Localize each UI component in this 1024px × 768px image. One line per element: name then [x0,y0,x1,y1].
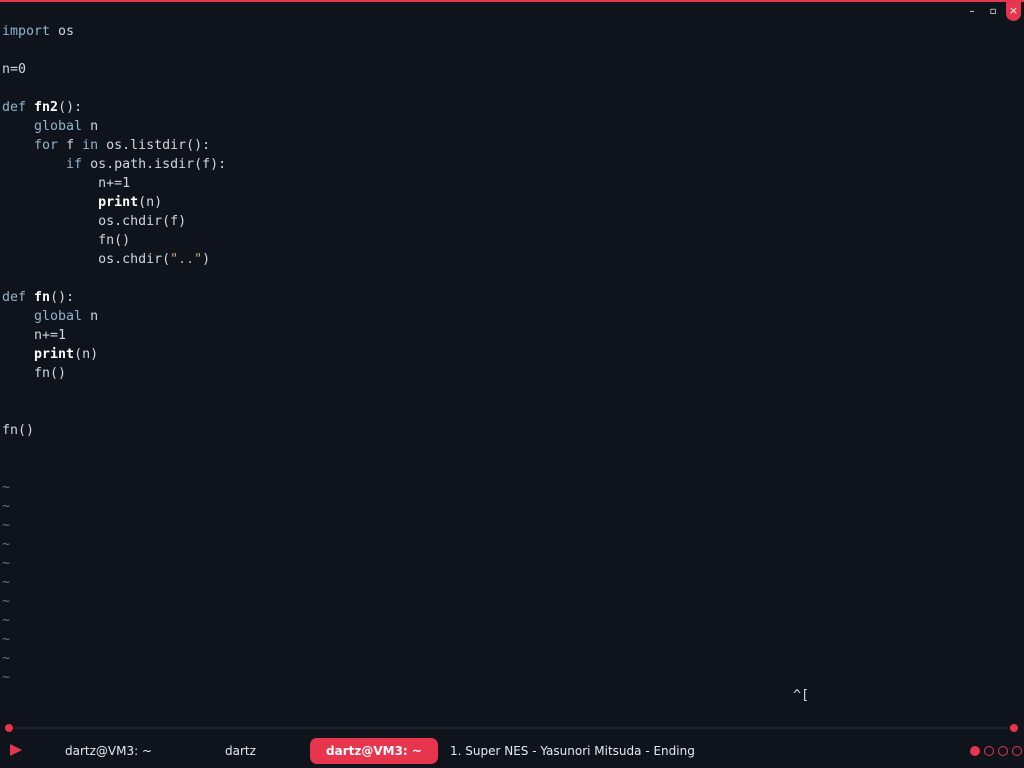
code-line: print(n) [2,345,98,364]
code-line: n+=1 [2,326,66,345]
maximize-icon[interactable]: ▫ [985,4,1001,19]
taskbar-item-music-player[interactable]: 1. Super NES - Yasunori Mitsuda - Ending [450,739,695,763]
code-line: def fn(): [2,288,74,307]
rail-line [10,727,1014,729]
code-line: import os [2,22,74,41]
code-line: global n [2,117,98,136]
window-titlebar: – ▫ × [0,2,1024,21]
code-text: n+=1 [98,176,131,191]
code-line: os.chdir(f) [2,212,186,231]
empty-line-tilde: ~ [2,499,11,514]
code-function-name: fn [34,290,51,305]
code-keyword: import [2,24,51,39]
code-text: os.path.isdir(f): [82,157,227,172]
code-line: fn() [2,364,66,383]
code-editor[interactable]: import os n=0 def fn2(): global n for f … [0,22,1024,722]
empty-line-tilde: ~ [2,651,11,666]
empty-line-tilde: ~ [2,670,11,685]
taskbar-item-terminal[interactable]: dartz@VM3: ~ [65,739,152,763]
code-line: for f in os.listdir(): [2,136,210,155]
code-text: n [82,119,99,134]
code-text: os [50,24,75,39]
code-line: n=0 [2,60,26,79]
code-builtin: print [34,347,75,362]
code-text: os.chdir(f) [98,214,187,229]
minimize-icon[interactable]: – [964,4,980,19]
pending-command-indicator: ^[ [793,688,810,703]
code-text: os.listdir(): [98,138,211,153]
empty-line-tilde: ~ [2,480,11,495]
code-function-name: fn2 [34,100,59,115]
code-line: if os.path.isdir(f): [2,155,226,174]
taskbar: dartz@VM3: ~ dartz dartz@VM3: ~ 1. Super… [0,734,1024,768]
code-text: n=0 [2,62,27,77]
close-icon[interactable]: × [1006,2,1021,21]
code-line: fn() [2,421,34,440]
code-text: n [82,309,99,324]
code-text: (n) [74,347,99,362]
code-line: n+=1 [2,174,130,193]
code-keyword: def [2,100,27,115]
code-string: ".." [170,252,203,267]
code-keyword: if [66,157,83,172]
rail-dot-left [5,724,13,732]
empty-line-tilde: ~ [2,575,11,590]
rail-dot-right [1010,724,1018,732]
taskbar-item-dartz[interactable]: dartz [225,739,256,763]
code-keyword: in [82,138,99,153]
code-text: (n) [138,195,163,210]
code-text: (): [50,290,75,305]
code-line: global n [2,307,98,326]
code-keyword: def [2,290,27,305]
taskbar-item-active-terminal[interactable]: dartz@VM3: ~ [310,738,438,764]
empty-line-tilde: ~ [2,632,11,647]
code-line: def fn2(): [2,98,82,117]
bottom-rail [0,722,1024,734]
code-text: fn() [98,233,131,248]
code-keyword: for [34,138,59,153]
workspace-indicator-1[interactable] [970,746,980,756]
empty-line-tilde: ~ [2,613,11,628]
code-text: fn() [2,423,35,438]
code-text: n+=1 [34,328,67,343]
empty-line-tilde: ~ [2,537,11,552]
workspace-indicator-3[interactable] [998,746,1008,756]
empty-line-tilde: ~ [2,518,11,533]
code-line: os.chdir("..") [2,250,210,269]
code-keyword: global [34,309,83,324]
empty-line-tilde: ~ [2,594,11,609]
code-line: fn() [2,231,130,250]
code-text: (): [58,100,83,115]
workspace-indicator-2[interactable] [984,746,994,756]
empty-line-tilde: ~ [2,556,11,571]
code-line: print(n) [2,193,162,212]
code-text: ) [202,252,211,267]
code-keyword: global [34,119,83,134]
workspace-indicator-4[interactable] [1012,746,1022,756]
code-text: f [58,138,83,153]
code-text: fn() [34,366,67,381]
play-icon[interactable] [10,744,22,756]
code-text: os.chdir( [98,252,171,267]
code-builtin: print [98,195,139,210]
